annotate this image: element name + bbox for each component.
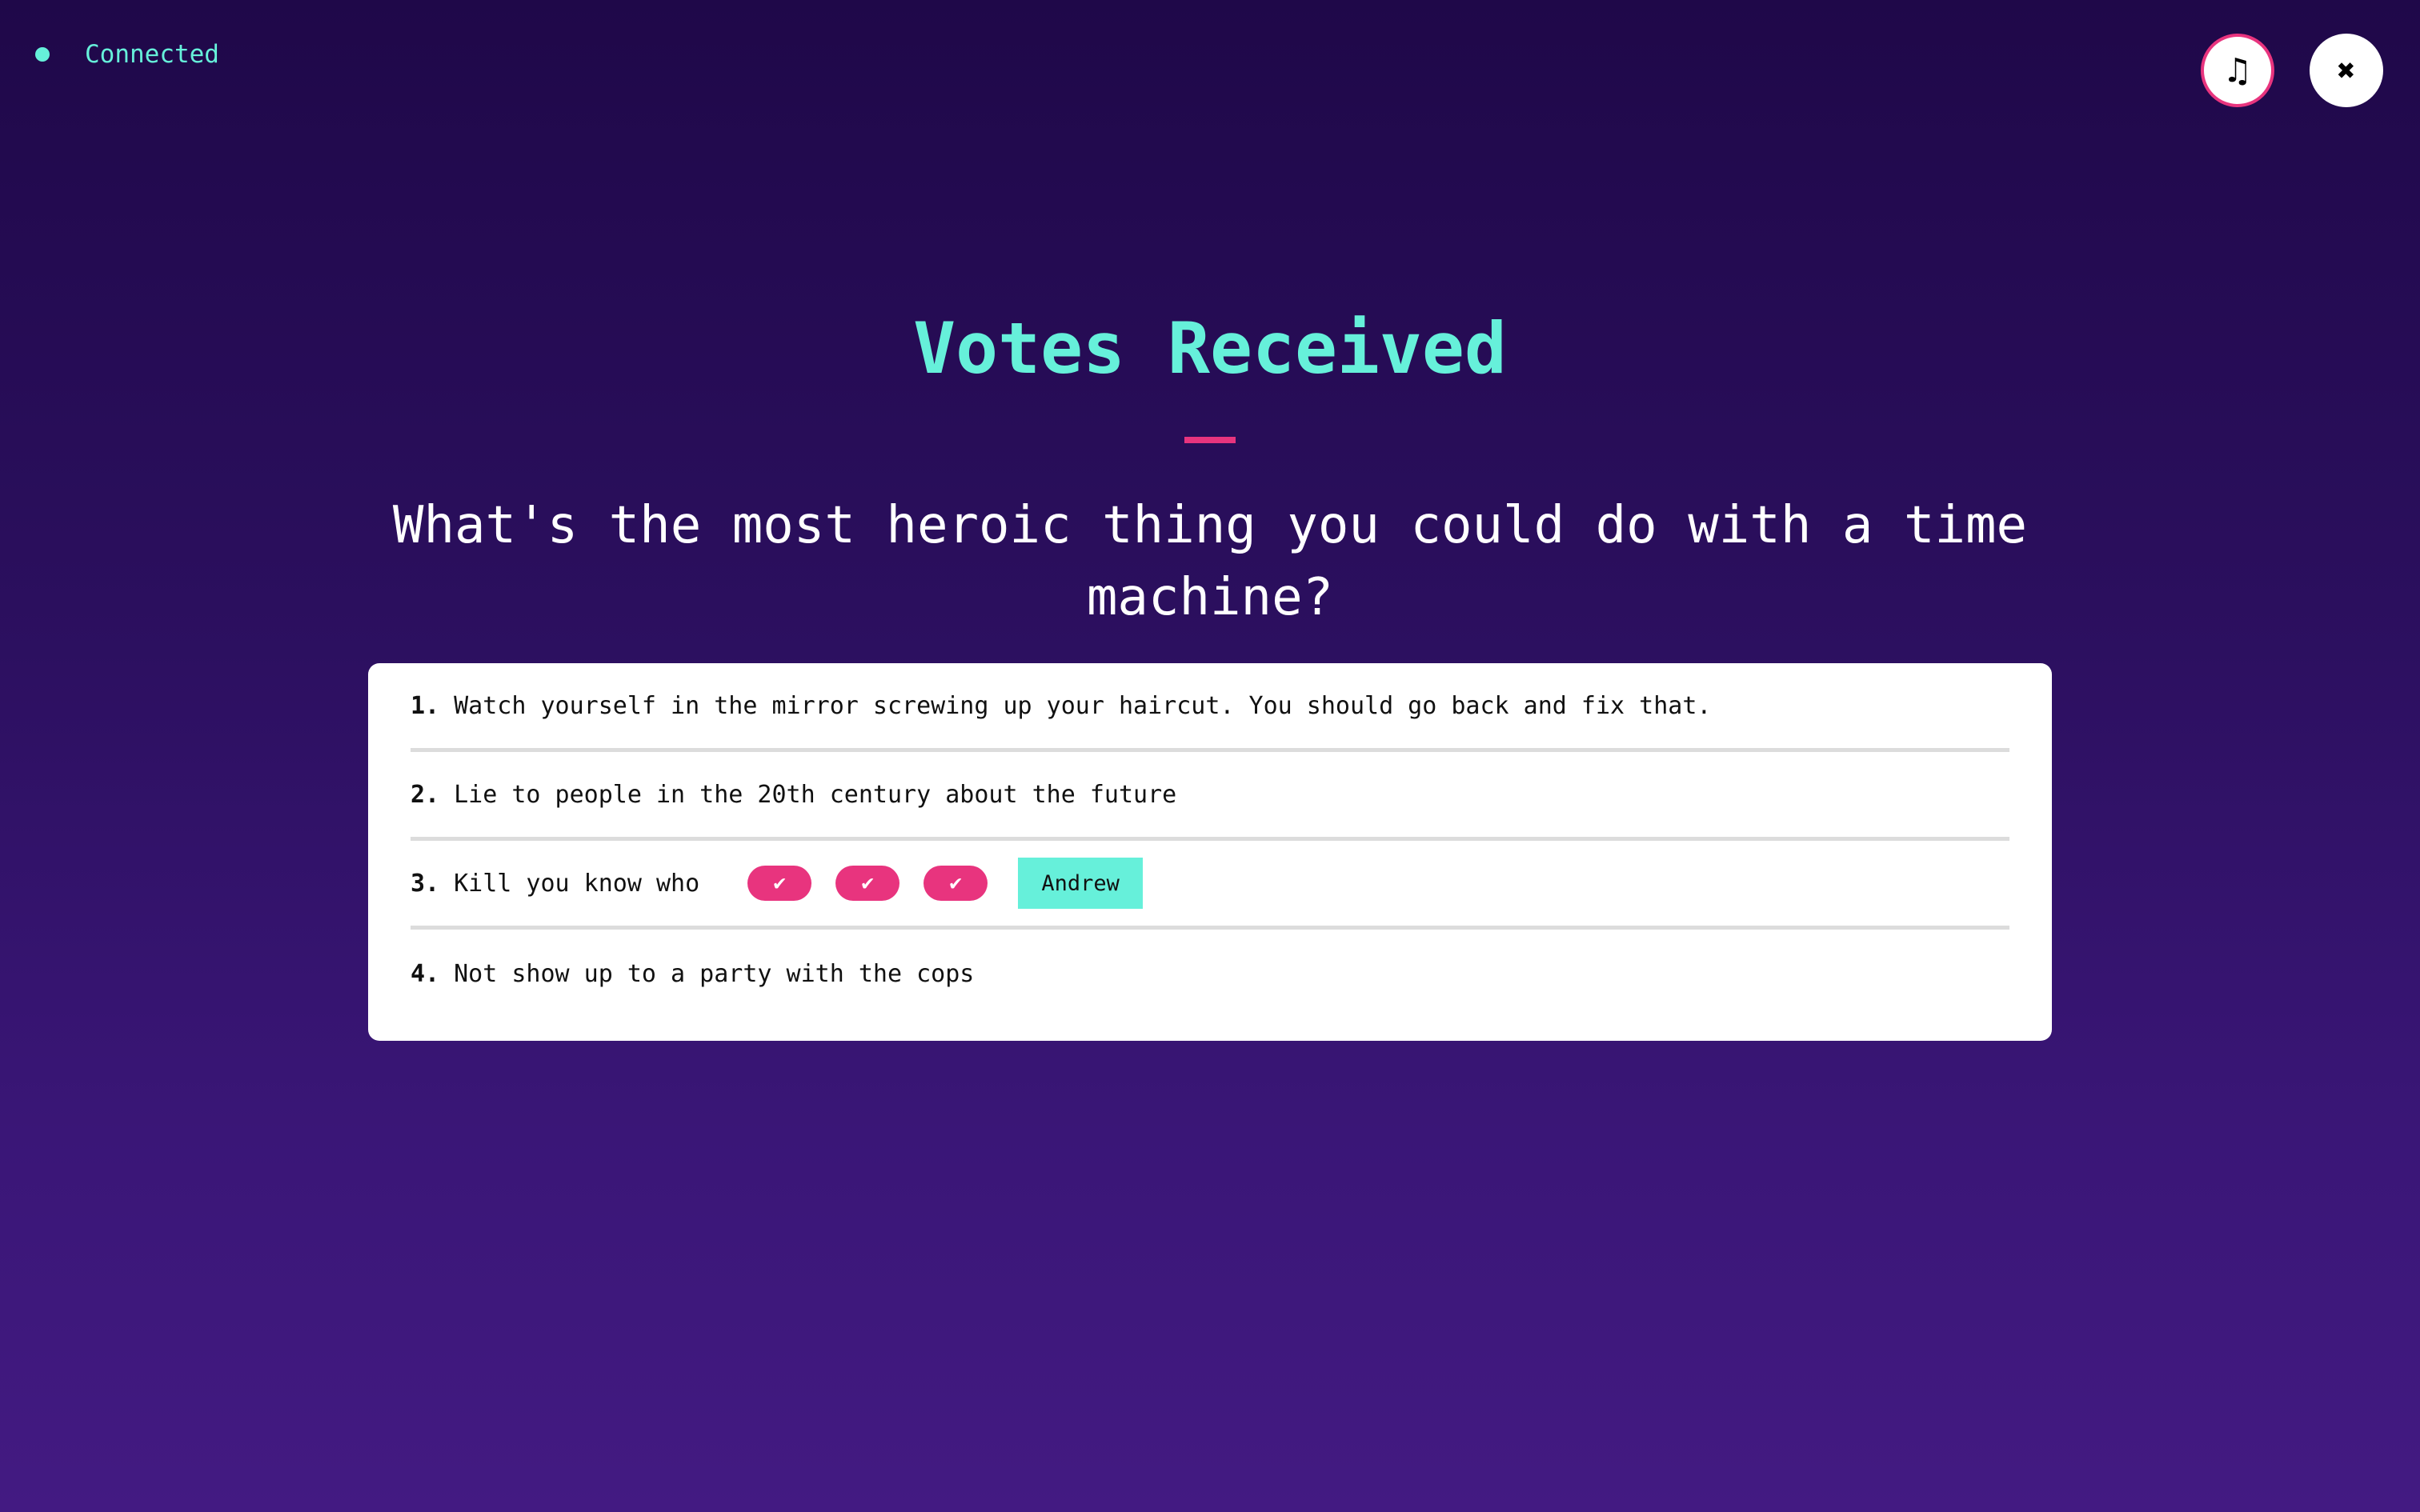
- vote-badges: ✔ ✔ ✔: [747, 866, 988, 901]
- page-title: Votes Received: [913, 307, 1507, 390]
- top-controls: ♫ ✖: [2201, 34, 2383, 107]
- vote-check-icon: ✔: [924, 866, 988, 901]
- answer-row: 2. Lie to people in the 20th century abo…: [411, 752, 2009, 841]
- status-text: Connected: [85, 40, 219, 69]
- music-note-icon: ♫: [2226, 50, 2249, 91]
- music-toggle-button[interactable]: ♫: [2201, 34, 2274, 107]
- vote-check-icon: ✔: [835, 866, 900, 901]
- answer-number: 4.: [411, 960, 440, 988]
- title-divider: [1184, 437, 1236, 443]
- answer-row: 3. Kill you know who ✔ ✔ ✔ Andrew: [411, 841, 2009, 930]
- answer-number: 3.: [411, 869, 440, 898]
- answers-card: 1. Watch yourself in the mirror screwing…: [368, 663, 2052, 1041]
- answer-row: 1. Watch yourself in the mirror screwing…: [411, 663, 2009, 752]
- author-badge: Andrew: [1018, 858, 1144, 909]
- answer-text: Kill you know who: [454, 869, 700, 898]
- answer-number: 1.: [411, 691, 440, 720]
- vote-check-icon: ✔: [747, 866, 812, 901]
- close-icon: ✖: [2337, 53, 2356, 88]
- status-indicator-icon: [35, 47, 50, 62]
- close-button[interactable]: ✖: [2310, 34, 2383, 107]
- answer-text: Lie to people in the 20th century about …: [454, 780, 1177, 809]
- answer-text: Not show up to a party with the cops: [454, 960, 975, 988]
- question-prompt: What's the most heroic thing you could d…: [392, 496, 2028, 627]
- answer-text: Watch yourself in the mirror screwing up…: [454, 691, 1712, 720]
- answer-number: 2.: [411, 780, 440, 809]
- answer-row: 4. Not show up to a party with the cops: [411, 930, 2009, 1018]
- connection-status: Connected: [35, 40, 219, 69]
